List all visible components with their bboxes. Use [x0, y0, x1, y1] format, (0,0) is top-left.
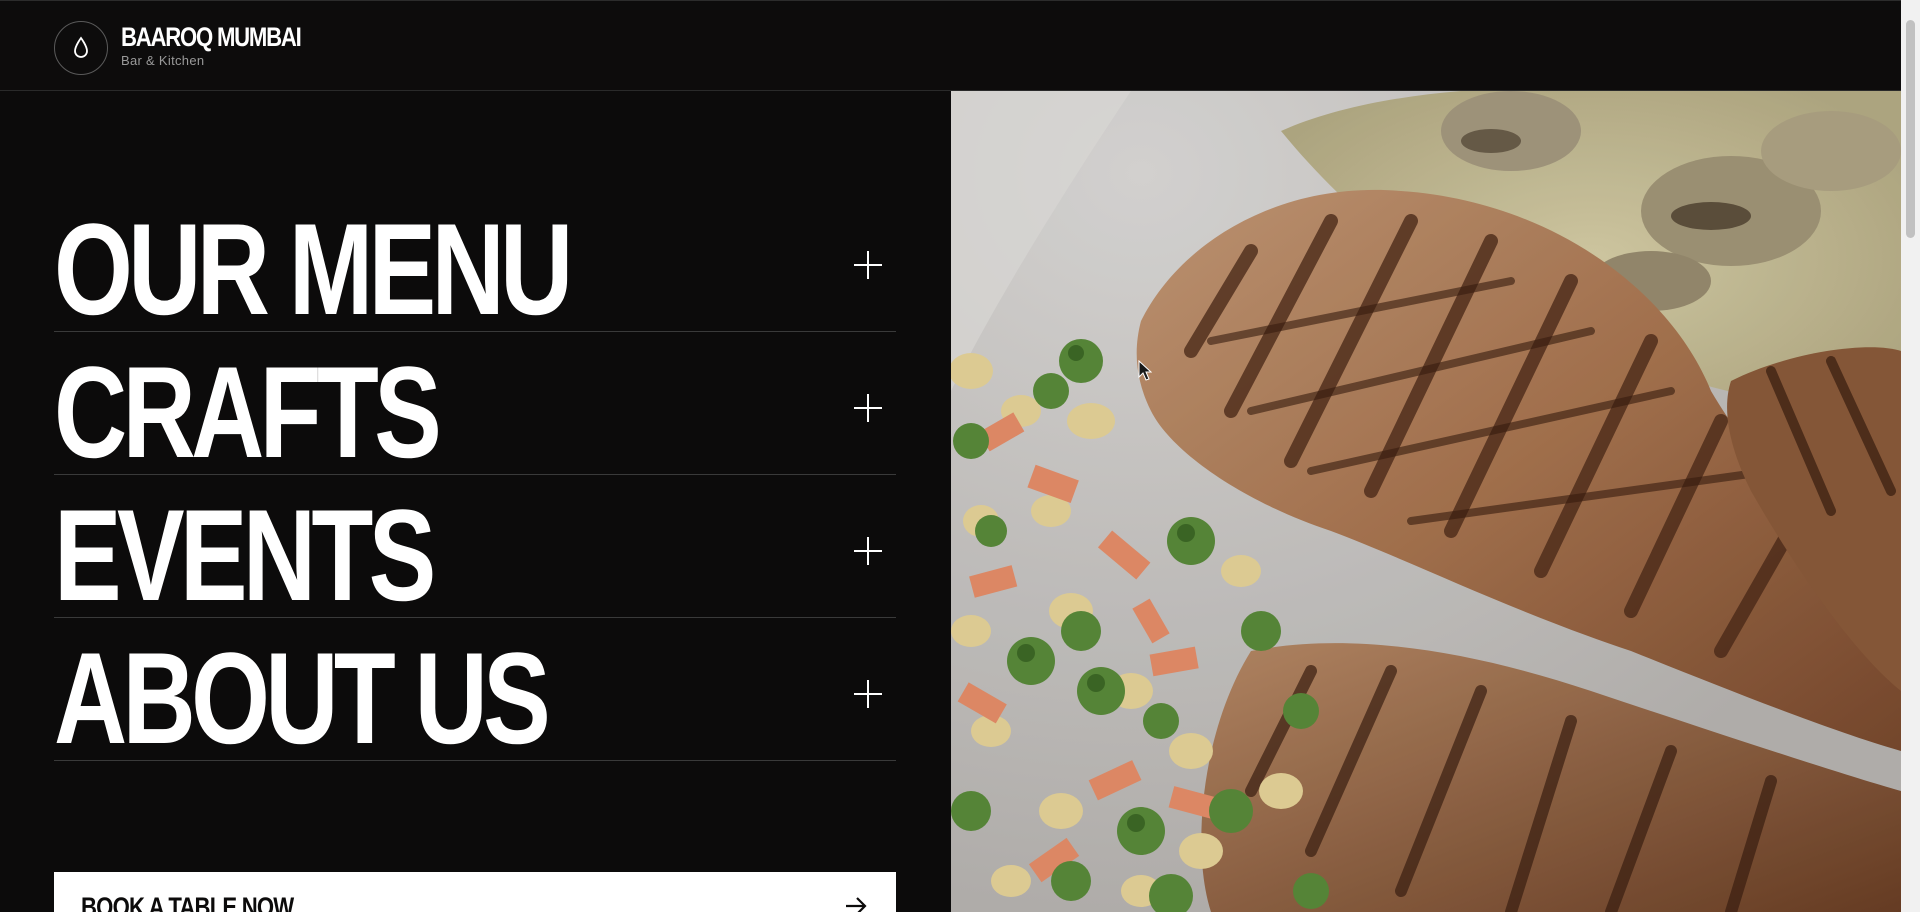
nav-item-label: OUR MENU	[54, 196, 573, 342]
nav-item-crafts[interactable]: CRAFTS	[54, 332, 896, 485]
mouse-cursor-icon	[1138, 360, 1152, 381]
scrollbar-thumb[interactable]	[1906, 20, 1915, 238]
plus-icon[interactable]	[854, 251, 882, 279]
brand-subtitle: Bar & Kitchen	[121, 53, 205, 68]
brand[interactable]: BAAROQ MUMBAI Bar & Kitchen	[121, 21, 340, 69]
nav-item-label: CRAFTS	[54, 339, 442, 485]
nav-item-our-menu[interactable]: OUR MENU	[54, 196, 896, 342]
page: BAAROQ MUMBAI Bar & Kitchen OUR MENU CRA…	[0, 0, 1920, 912]
plus-icon[interactable]	[854, 680, 882, 708]
hero-food-image	[951, 91, 1901, 912]
nav-item-label: ABOUT US	[54, 625, 551, 771]
nav-item-events[interactable]: EVENTS	[54, 475, 896, 628]
site-header: BAAROQ MUMBAI Bar & Kitchen	[0, 0, 1901, 91]
brand-name: BAAROQ MUMBAI	[121, 22, 302, 52]
logo[interactable]	[54, 21, 108, 75]
page-scrollbar[interactable]	[1901, 0, 1920, 912]
plus-icon[interactable]	[854, 394, 882, 422]
book-table-button[interactable]: BOOK A TABLE NOW	[54, 872, 896, 912]
main-nav: OUR MENU CRAFTS EVENTS ABOUT US	[54, 196, 896, 771]
plus-icon[interactable]	[854, 537, 882, 565]
nav-item-label: EVENTS	[54, 482, 436, 628]
arrow-right-icon	[846, 897, 867, 912]
book-table-label: BOOK A TABLE NOW	[81, 892, 294, 912]
nav-item-about-us[interactable]: ABOUT US	[54, 618, 896, 771]
drop-icon	[74, 36, 88, 58]
